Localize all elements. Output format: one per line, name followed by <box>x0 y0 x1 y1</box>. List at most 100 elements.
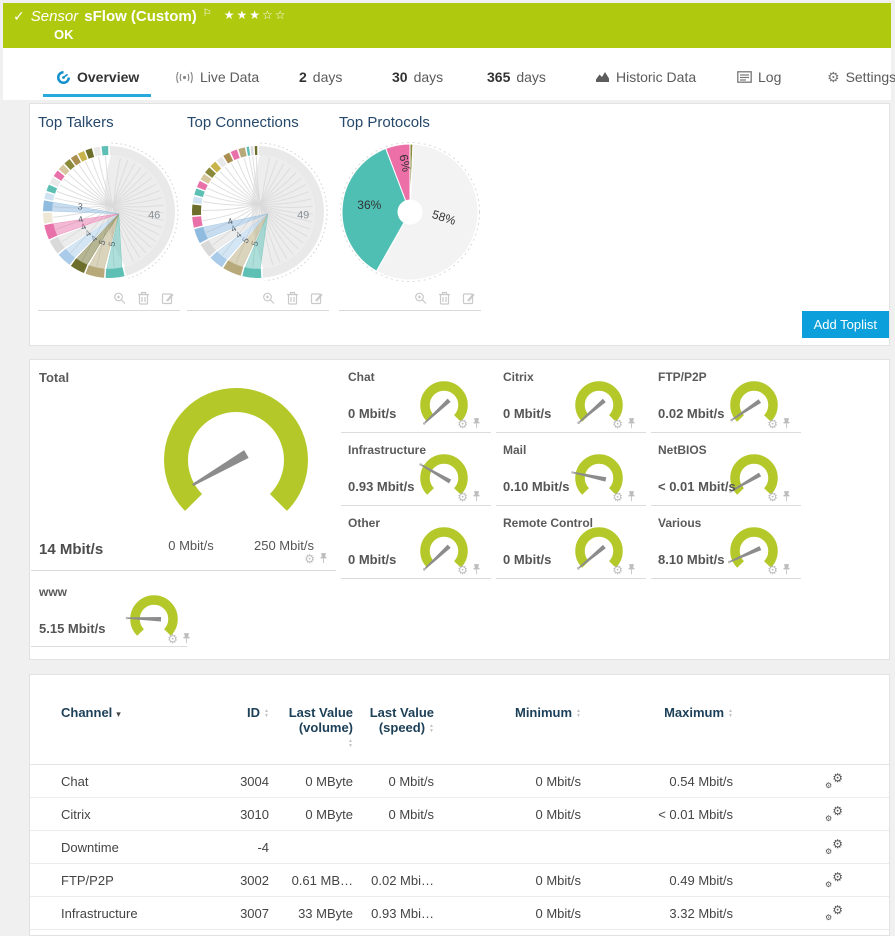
gauge-actions: ⚙ <box>612 490 636 503</box>
channel-label: www <box>39 585 67 599</box>
gear-icon[interactable]: ⚙ <box>167 633 178 645</box>
magnifier-icon[interactable] <box>262 291 275 305</box>
column-header-maximum[interactable]: Maximum▲▼ <box>581 705 733 720</box>
total-gauge <box>141 382 331 537</box>
delete-icon[interactable] <box>137 291 150 305</box>
pin-icon[interactable] <box>472 490 481 503</box>
pin-icon[interactable] <box>472 563 481 576</box>
edit-icon[interactable] <box>161 291 174 305</box>
tab-live-data[interactable]: Live Data <box>175 69 259 94</box>
sensor-title: sFlow (Custom) <box>84 8 197 25</box>
tab-log[interactable]: Log <box>737 69 781 94</box>
column-header-id[interactable]: ID▲▼ <box>209 705 269 720</box>
tab-historic-data[interactable]: Historic Data <box>595 69 696 94</box>
top-protocols-pie-chart[interactable]: 58%36%6% <box>339 133 481 290</box>
delete-icon[interactable] <box>286 291 299 305</box>
tab-2-days[interactable]: 2days <box>299 69 342 94</box>
pin-icon[interactable] <box>627 563 636 576</box>
pin-icon[interactable] <box>627 490 636 503</box>
table-row-infrastructure[interactable]: Infrastructure300733 MByte0.93 Mbi…0 Mbi… <box>30 897 889 930</box>
pin-icon[interactable] <box>782 490 791 503</box>
channel-label: Citrix <box>503 370 534 384</box>
sort-desc-icon: ▾ <box>116 709 121 719</box>
sensor-status-badge: OK <box>54 27 881 42</box>
column-header-last-value-speed-[interactable]: Last Value(speed)▲▼ <box>353 705 434 735</box>
gauge-actions: ⚙ <box>612 563 636 576</box>
pin-icon[interactable] <box>627 417 636 430</box>
channel-name: Downtime <box>61 840 209 855</box>
pin-icon[interactable] <box>782 417 791 430</box>
channel-settings-icon[interactable]: ⚙⚙ <box>825 905 843 921</box>
table-row-citrix[interactable]: Citrix30100 MByte0 Mbit/s0 Mbit/s< 0.01 … <box>30 798 889 831</box>
channel-settings-icon[interactable]: ⚙⚙ <box>825 872 843 888</box>
gear-icon[interactable]: ⚙ <box>612 491 623 503</box>
toplist-top-talkers[interactable]: Top Talkers 554444346 <box>38 114 180 311</box>
table-row-chat[interactable]: Chat30040 MByte0 Mbit/s0 Mbit/s0.54 Mbit… <box>30 765 889 798</box>
toplist-top-connections[interactable]: Top Connections 5544449 <box>187 114 329 311</box>
gear-icon[interactable]: ⚙ <box>304 553 315 565</box>
table-row-downtime[interactable]: Downtime-4⚙⚙ <box>30 831 889 864</box>
gauge-actions: ⚙ <box>457 417 481 430</box>
magnifier-icon[interactable] <box>113 291 126 305</box>
minimum: 0 Mbit/s <box>434 906 581 921</box>
gear-icon[interactable]: ⚙ <box>612 564 623 576</box>
tab-30-days[interactable]: 30days <box>392 69 443 94</box>
gauge-cell-ftp-p2p: FTP/P2P0.02 Mbit/s⚙ <box>651 369 801 433</box>
minimum: 0 Mbit/s <box>434 774 581 789</box>
minimum: 0 Mbit/s <box>434 807 581 822</box>
gear-icon[interactable]: ⚙ <box>457 564 468 576</box>
pin-icon[interactable] <box>182 632 191 645</box>
gauge-actions: ⚙ <box>457 563 481 576</box>
delete-icon[interactable] <box>438 291 451 305</box>
tab-365-days[interactable]: 365days <box>487 69 546 94</box>
column-header-channel[interactable]: Channel▾ <box>61 705 209 722</box>
channel-table-body: Chat30040 MByte0 Mbit/s0 Mbit/s0.54 Mbit… <box>30 765 889 930</box>
pin-icon[interactable] <box>782 563 791 576</box>
gear-icon[interactable]: ⚙ <box>767 564 778 576</box>
gear-icon[interactable]: ⚙ <box>457 491 468 503</box>
last-value-volume: 33 MByte <box>269 906 353 921</box>
toplist-title: Top Connections <box>187 114 329 131</box>
gauge-cell-netbios: NetBIOS< 0.01 Mbit/s⚙ <box>651 442 801 506</box>
tab-historic-label: Historic Data <box>616 69 696 85</box>
top-talkers-chord-chart[interactable]: 554444346 <box>38 133 180 290</box>
gauge-cell-other: Other0 Mbit/s⚙ <box>341 515 491 579</box>
edit-icon[interactable] <box>310 291 323 305</box>
channel-id: 3010 <box>209 807 269 822</box>
gauge-cell-citrix: Citrix 0 Mbit/s ⚙ <box>496 369 646 433</box>
gear-icon[interactable]: ⚙ <box>767 418 778 430</box>
tab-settings[interactable]: ⚙ Settings <box>827 69 895 94</box>
channel-label: FTP/P2P <box>658 370 707 384</box>
pin-icon[interactable] <box>319 552 328 565</box>
channel-table-panel: Channel▾ID▲▼Last Value(volume)▲▼Last Val… <box>29 674 890 936</box>
channel-value: 0 Mbit/s <box>503 552 551 567</box>
channel-settings-icon[interactable]: ⚙⚙ <box>825 806 843 822</box>
priority-flag-icon[interactable]: ⚐ <box>203 8 212 19</box>
channel-value: 0 Mbit/s <box>503 406 551 421</box>
table-row-ftp-p2p[interactable]: FTP/P2P30020.61 MB…0.02 Mbi…0 Mbit/s0.49… <box>30 864 889 897</box>
magnifier-icon[interactable] <box>414 291 427 305</box>
toplist-top-protocols[interactable]: Top Protocols 58%36%6% <box>339 114 481 311</box>
toplist-toolbar <box>187 290 329 310</box>
channel-label: NetBIOS <box>658 443 707 457</box>
maximum: 0.54 Mbit/s <box>581 774 733 789</box>
edit-icon[interactable] <box>462 291 475 305</box>
column-header-minimum[interactable]: Minimum▲▼ <box>434 705 581 720</box>
gauge-actions: ⚙ <box>612 417 636 430</box>
gear-icon[interactable]: ⚙ <box>457 418 468 430</box>
gauge-actions: ⚙ <box>457 490 481 503</box>
add-toplist-button[interactable]: Add Toplist <box>802 311 889 338</box>
pin-icon[interactable] <box>472 417 481 430</box>
top-connections-chord-chart[interactable]: 5544449 <box>187 133 329 290</box>
gear-icon[interactable]: ⚙ <box>612 418 623 430</box>
channel-settings-icon[interactable]: ⚙⚙ <box>825 839 843 855</box>
gauge-icon <box>56 70 71 85</box>
channel-settings-icon[interactable]: ⚙⚙ <box>825 773 843 789</box>
channel-id: 3007 <box>209 906 269 921</box>
star-rating[interactable]: ★★★☆☆ <box>224 8 288 22</box>
svg-text:49: 49 <box>297 209 309 221</box>
channel-name: Infrastructure <box>61 906 209 921</box>
column-header-last-value-volume-[interactable]: Last Value(volume)▲▼ <box>269 705 353 750</box>
tab-overview[interactable]: Overview <box>43 69 151 97</box>
gear-icon[interactable]: ⚙ <box>767 491 778 503</box>
